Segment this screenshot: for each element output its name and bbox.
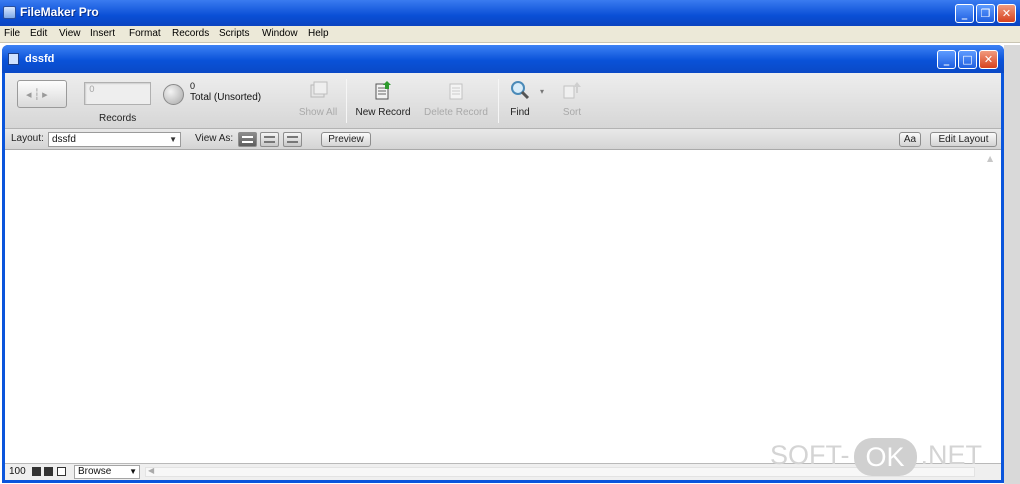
status-toolbar: ◂┆▸ 0 Records 0 Total (Unsorted) Show Al… (5, 73, 1001, 129)
scroll-up-arrow-icon[interactable]: ▲ (987, 154, 997, 164)
document-window: dssfd _ □ ✕ ◂┆▸ 0 Records 0 Total (Unsor… (2, 45, 1004, 483)
preview-button[interactable]: Preview (321, 132, 371, 147)
menu-bar: File Edit View Insert Format Records Scr… (0, 26, 1020, 43)
view-as-label: View As: (195, 133, 234, 144)
app-title: FileMaker Pro (20, 5, 99, 19)
minimize-window-button[interactable]: _ (955, 4, 974, 23)
zoom-level[interactable]: 100 (9, 466, 26, 477)
layout-bar: Layout: dssfd ▼ View As: Preview Aa Edit… (5, 129, 1001, 150)
menu-file[interactable]: File (4, 28, 20, 39)
show-all-button[interactable]: Show All (295, 79, 341, 123)
toolbar-separator (498, 79, 499, 123)
new-record-icon (375, 81, 391, 100)
menu-edit[interactable]: Edit (30, 28, 47, 39)
layout-content-area[interactable]: ▲ (5, 150, 1001, 463)
restore-window-button[interactable]: ❐ (976, 4, 995, 23)
watermark-ok: OK (853, 438, 917, 476)
delete-record-icon (449, 83, 463, 100)
delete-record-button[interactable]: Delete Record (421, 79, 491, 123)
close-window-button[interactable]: ✕ (997, 4, 1016, 23)
menu-records[interactable]: Records (172, 28, 209, 39)
records-label: Records (99, 113, 137, 124)
mode-select[interactable]: Browse ▼ (74, 465, 140, 479)
find-dropdown-chevron-icon[interactable]: ▾ (540, 87, 544, 96)
sort-icon (563, 82, 581, 99)
menu-help[interactable]: Help (308, 28, 329, 39)
edit-layout-button[interactable]: Edit Layout (930, 132, 997, 147)
list-view-icon (264, 136, 275, 143)
chevron-down-icon: ▼ (169, 135, 177, 144)
main-window-right-edge (1004, 45, 1020, 484)
document-title: dssfd (25, 53, 55, 65)
menu-view[interactable]: View (59, 28, 81, 39)
document-icon (8, 53, 19, 65)
magnifier-icon (511, 81, 530, 100)
layout-select-value: dssfd (52, 134, 76, 145)
document-close-button[interactable]: ✕ (979, 50, 998, 69)
book-arrows-icon: ◂┆▸ (26, 88, 50, 101)
view-as-form-button[interactable] (238, 132, 257, 147)
toggle-status-area-icon[interactable] (57, 467, 66, 476)
sort-button[interactable]: Sort (558, 79, 586, 123)
document-maximize-button[interactable]: □ (958, 50, 977, 69)
view-as-table-button[interactable] (283, 132, 302, 147)
zoom-out-icon[interactable] (32, 467, 41, 476)
layout-select[interactable]: dssfd ▼ (48, 132, 181, 147)
menu-scripts[interactable]: Scripts (219, 28, 250, 39)
current-record-input[interactable]: 0 (84, 82, 151, 105)
new-record-button[interactable]: New Record (353, 79, 413, 123)
layout-label: Layout: (11, 133, 44, 144)
document-titlebar: dssfd _ □ ✕ (2, 45, 1004, 73)
find-button[interactable]: Find (505, 79, 535, 123)
watermark-right: .NET (920, 440, 983, 471)
record-navigation-book[interactable]: ◂┆▸ (17, 80, 67, 108)
chevron-down-icon: ▼ (129, 467, 137, 476)
watermark-left: SOFT- (770, 440, 850, 471)
filemaker-app-icon (3, 6, 16, 19)
app-titlebar: FileMaker Pro _ ❐ ✕ (0, 0, 1020, 26)
menu-insert[interactable]: Insert (90, 28, 115, 39)
total-record-count: 0 (190, 81, 196, 91)
scroll-left-arrow-icon[interactable]: ◀ (148, 466, 154, 475)
toolbar-separator (346, 79, 347, 123)
mode-select-value: Browse (78, 466, 112, 477)
show-all-icon (310, 81, 328, 98)
record-pie-icon (163, 84, 184, 105)
zoom-in-icon[interactable] (44, 467, 53, 476)
menu-window[interactable]: Window (262, 28, 298, 39)
watermark: SOFT- OK .NET (770, 438, 982, 476)
total-unsorted-label: Total (Unsorted) (190, 92, 262, 103)
text-formatting-button[interactable]: Aa (899, 132, 921, 147)
view-as-list-button[interactable] (260, 132, 279, 147)
form-view-icon (242, 136, 253, 143)
menu-format[interactable]: Format (129, 28, 161, 39)
table-view-icon (287, 136, 298, 143)
document-minimize-button[interactable]: _ (937, 50, 956, 69)
